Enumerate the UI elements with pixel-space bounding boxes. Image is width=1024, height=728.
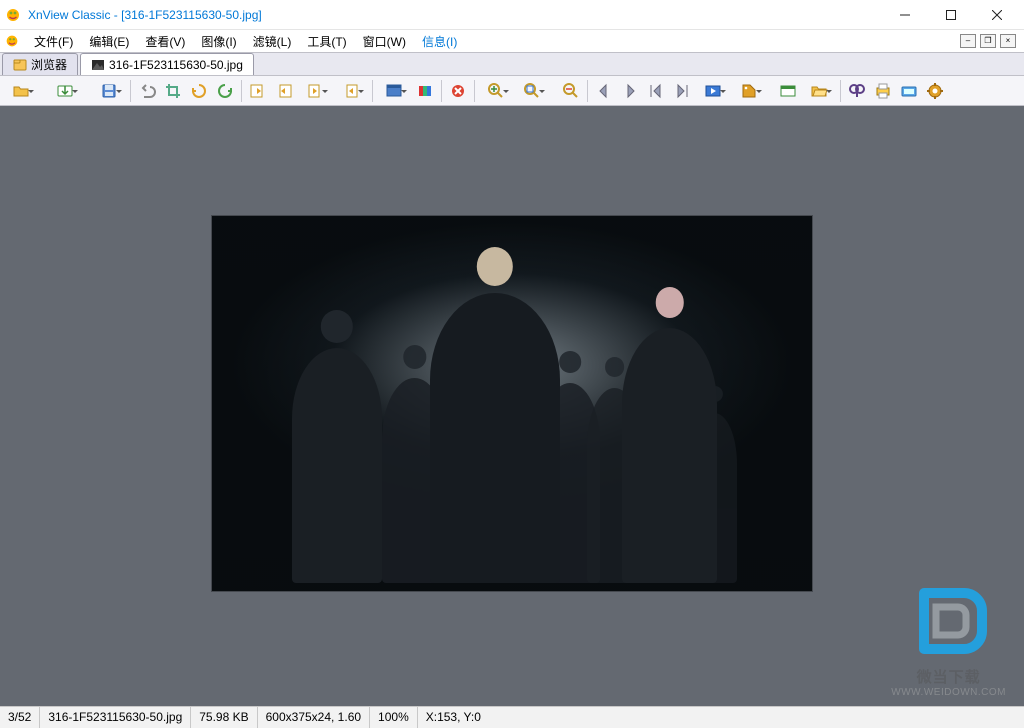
next-page-button[interactable] — [334, 79, 368, 103]
displayed-image — [212, 216, 812, 591]
zoom-in-button[interactable] — [479, 79, 513, 103]
menu-image[interactable]: 图像(I) — [193, 31, 244, 52]
crop-button[interactable] — [161, 79, 185, 103]
status-index: 3/52 — [0, 707, 40, 728]
scan-button[interactable] — [897, 79, 921, 103]
slideshow-button[interactable] — [413, 79, 437, 103]
open-file-button[interactable] — [4, 79, 38, 103]
mdi-minimize-button[interactable]: – — [960, 34, 976, 48]
menu-edit[interactable]: 编辑(E) — [81, 31, 137, 52]
undo-button[interactable] — [135, 79, 159, 103]
compare-button[interactable] — [845, 79, 869, 103]
save-button[interactable] — [92, 79, 126, 103]
browse-button[interactable] — [776, 79, 800, 103]
status-filename: 316-1F523115630-50.jpg — [40, 707, 191, 728]
watermark-url: WWW.WEIDOWN.COM — [891, 687, 1006, 698]
zoom-fit-button[interactable] — [515, 79, 549, 103]
menu-window[interactable]: 窗口(W) — [355, 31, 414, 52]
app-icon-small — [4, 33, 20, 49]
watermark-text: 微当下载 — [891, 666, 1006, 687]
window-minimize-button[interactable] — [882, 0, 928, 30]
tag-button[interactable] — [732, 79, 766, 103]
status-zoom: 100% — [370, 707, 418, 728]
main-menubar: 文件(F) 编辑(E) 查看(V) 图像(I) 滤镜(L) 工具(T) 窗口(W… — [0, 30, 1024, 52]
status-dimensions: 600x375x24, 1.60 — [258, 707, 370, 728]
window-titlebar: XnView Classic - [316-1F523115630-50.jpg… — [0, 0, 1024, 30]
open-folder-button[interactable] — [802, 79, 836, 103]
window-title: XnView Classic - [316-1F523115630-50.jpg… — [28, 8, 262, 22]
menu-view[interactable]: 查看(V) — [137, 31, 193, 52]
prev-file-button[interactable] — [246, 79, 270, 103]
nav-back-button[interactable] — [592, 79, 616, 103]
nav-last-button[interactable] — [670, 79, 694, 103]
tab-browser[interactable]: 浏览器 — [2, 53, 78, 75]
settings-button[interactable] — [923, 79, 947, 103]
main-toolbar — [0, 76, 1024, 106]
menu-filter[interactable]: 滤镜(L) — [245, 31, 300, 52]
watermark-logo-icon — [904, 583, 994, 663]
window-maximize-button[interactable] — [928, 0, 974, 30]
mdi-close-button[interactable]: × — [1000, 34, 1016, 48]
menu-info[interactable]: 信息(I) — [414, 31, 465, 52]
acquire-button[interactable] — [48, 79, 82, 103]
tab-image-label: 316-1F523115630-50.jpg — [109, 58, 243, 72]
fullscreen-button[interactable] — [377, 79, 411, 103]
menu-tools[interactable]: 工具(T) — [299, 31, 354, 52]
nav-first-button[interactable] — [644, 79, 668, 103]
print-button[interactable] — [871, 79, 895, 103]
image-tab-icon — [91, 58, 105, 72]
rotate-left-button[interactable] — [187, 79, 211, 103]
zoom-out-button[interactable] — [559, 79, 583, 103]
watermark: 微当下载 WWW.WEIDOWN.COM — [891, 583, 1006, 698]
tab-browser-label: 浏览器 — [31, 56, 67, 73]
nav-forward-button[interactable] — [618, 79, 642, 103]
prev-page-button[interactable] — [298, 79, 332, 103]
browser-tab-icon — [13, 58, 27, 72]
rotate-right-button[interactable] — [213, 79, 237, 103]
status-filesize: 75.98 KB — [191, 707, 257, 728]
status-bar: 3/52 316-1F523115630-50.jpg 75.98 KB 600… — [0, 706, 1024, 728]
delete-button[interactable] — [446, 79, 470, 103]
tab-image[interactable]: 316-1F523115630-50.jpg — [80, 53, 254, 75]
quickslide-button[interactable] — [696, 79, 730, 103]
mdi-restore-button[interactable]: ❐ — [980, 34, 996, 48]
window-close-button[interactable] — [974, 0, 1020, 30]
next-file-button[interactable] — [272, 79, 296, 103]
image-canvas[interactable]: 微当下载 WWW.WEIDOWN.COM — [0, 106, 1024, 706]
menu-file[interactable]: 文件(F) — [26, 31, 81, 52]
status-coords: X:153, Y:0 — [418, 707, 1024, 728]
app-icon — [4, 6, 22, 24]
tab-bar: 浏览器 316-1F523115630-50.jpg — [0, 52, 1024, 76]
